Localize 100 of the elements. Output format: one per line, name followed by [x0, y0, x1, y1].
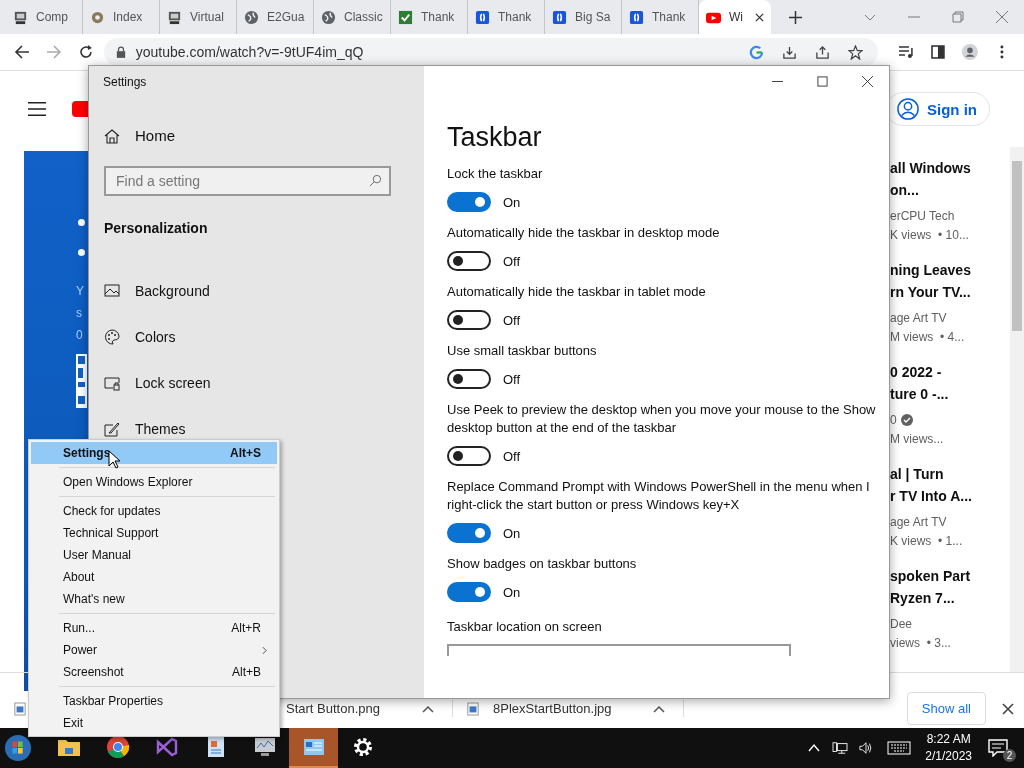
media-icon[interactable]: [898, 44, 915, 60]
reload-icon[interactable]: [77, 44, 94, 60]
page-heading: Taskbar: [447, 122, 543, 153]
scrollbar[interactable]: [1010, 147, 1024, 672]
chevron-right-icon: [262, 645, 267, 655]
bullet-icon: [78, 219, 85, 226]
video-title[interactable]: r TV Into A...: [890, 485, 1008, 507]
search-field[interactable]: Find a setting: [104, 166, 391, 196]
toggle-switch[interactable]: [447, 523, 491, 543]
side-panel-icon[interactable]: [930, 44, 947, 60]
download-item[interactable]: 8PlexStartButton.jpg: [453, 700, 684, 717]
close-icon[interactable]: [1002, 702, 1014, 715]
video-title[interactable]: spoken Part: [890, 565, 1008, 587]
video-title[interactable]: ning Leaves: [890, 259, 1008, 281]
browser-tab[interactable]: Index: [83, 0, 160, 34]
home-link[interactable]: Home: [104, 127, 224, 144]
keyboard-icon[interactable]: [887, 741, 912, 755]
start-button[interactable]: [4, 734, 32, 762]
bracket-icon: [475, 9, 490, 25]
globe-icon: [244, 9, 259, 25]
browser-tab[interactable]: Thank: [391, 0, 468, 34]
new-tab-icon[interactable]: [789, 10, 802, 24]
nav-item[interactable]: Colors: [104, 314, 324, 360]
nav-item[interactable]: Lock screen: [104, 360, 324, 406]
toggle-switch[interactable]: [447, 192, 491, 212]
toggle-switch[interactable]: [447, 310, 491, 330]
video-title[interactable]: all Windows: [890, 157, 1008, 179]
menu-item[interactable]: User Manual: [31, 544, 277, 566]
video-title[interactable]: rn Your TV...: [890, 281, 1008, 303]
channel-name[interactable]: Dee: [890, 615, 912, 633]
toggle-state: On: [503, 194, 521, 210]
palette-icon: [104, 329, 120, 345]
browser-tab[interactable]: E2Gua: [237, 0, 314, 34]
menu-item[interactable]: Open Windows Explorer: [31, 471, 277, 493]
install-icon[interactable]: [782, 44, 798, 60]
picture-icon: [104, 283, 120, 299]
setting-label: Lock the taskbar: [447, 165, 544, 183]
menu-item[interactable]: Technical Support: [31, 522, 277, 544]
maximize-icon[interactable]: [817, 76, 828, 87]
lock-screen-icon: [104, 375, 120, 391]
toggle-switch[interactable]: [447, 446, 491, 466]
browser-tab[interactable]: Big Sa: [545, 0, 622, 34]
close-icon[interactable]: [862, 76, 873, 87]
browser-tab[interactable]: Comp: [6, 0, 83, 34]
channel-name[interactable]: age Art TV: [890, 513, 947, 531]
menu-item[interactable]: Power: [31, 639, 277, 661]
caret-icon[interactable]: [422, 704, 434, 713]
caret-icon[interactable]: [653, 704, 665, 713]
video-stats: K views • 1...: [890, 533, 964, 550]
computer-icon: [167, 9, 182, 25]
back-icon[interactable]: [14, 44, 30, 60]
video-title[interactable]: al | Turn: [890, 463, 1008, 485]
channel-name[interactable]: age Art TV: [890, 309, 947, 327]
google-icon[interactable]: [749, 44, 765, 60]
setting-label: Use small taskbar buttons: [447, 342, 598, 360]
video-title[interactable]: 0 2022 -: [890, 361, 1008, 383]
setting-label: Use Peek to preview the desktop when you move your mouse to the Show desktop button at the end of the taskbar: [447, 401, 877, 437]
video-text: s: [76, 305, 82, 322]
menu-item[interactable]: Taskbar Properties: [31, 690, 277, 712]
channel-name[interactable]: 0: [890, 411, 897, 429]
toggle-state: Off: [503, 253, 521, 269]
menu-item[interactable]: About: [31, 566, 277, 588]
dropdown[interactable]: [447, 644, 791, 656]
network-icon[interactable]: [832, 741, 849, 755]
toggle-state: On: [503, 525, 521, 541]
menu-item[interactable]: Exit: [31, 712, 277, 734]
setting-label: Replace Command Prompt with Windows PowerShell in the menu when I right-click the start button or press Windows key+X: [447, 478, 871, 514]
address-bar[interactable]: youtube.com/watch?v=-9tUF4im_qQ: [103, 38, 879, 66]
check-icon: [398, 9, 413, 25]
star-icon[interactable]: [848, 44, 864, 60]
video-title[interactable]: ture 0 -...: [890, 383, 1008, 405]
cursor-icon: [108, 450, 120, 469]
profile-icon[interactable]: [962, 44, 979, 60]
menu-item[interactable]: Screenshot Alt+B: [31, 661, 277, 683]
menu-item[interactable]: What's new: [31, 588, 277, 610]
nav-item[interactable]: Background: [104, 268, 324, 314]
share-icon[interactable]: [815, 44, 831, 60]
menu-icon[interactable]: [28, 101, 46, 117]
video-title[interactable]: Ryzen 7...: [890, 587, 1008, 609]
browser-tab[interactable]: Virtual: [160, 0, 237, 34]
menu-item[interactable]: Settings Alt+S: [31, 442, 277, 464]
browser-tab[interactable]: Thank: [468, 0, 545, 34]
close-icon[interactable]: [755, 12, 764, 22]
menu-item[interactable]: Run... Alt+R: [31, 617, 277, 639]
restore-icon[interactable]: [952, 11, 964, 23]
menu-item[interactable]: Check for updates: [31, 500, 277, 522]
toggle-switch[interactable]: [447, 582, 491, 602]
bullet-icon: [78, 249, 85, 256]
search-icon[interactable]: [369, 174, 382, 187]
toggle-switch[interactable]: [447, 251, 491, 271]
browser-tab[interactable]: Classic: [314, 0, 391, 34]
window-title: Settings: [103, 75, 148, 89]
show-all-button[interactable]: Show all: [906, 692, 986, 725]
toggle-switch[interactable]: [447, 369, 491, 389]
channel-name[interactable]: erCPU Tech: [890, 207, 955, 225]
clock-date[interactable]: 2/1/2023: [925, 748, 972, 765]
video-title[interactable]: on...: [890, 179, 1008, 201]
clock-time[interactable]: 8:22 AM: [926, 731, 971, 748]
browser-tab[interactable]: Wi: [699, 0, 771, 34]
notification-count: 2: [1003, 749, 1016, 762]
